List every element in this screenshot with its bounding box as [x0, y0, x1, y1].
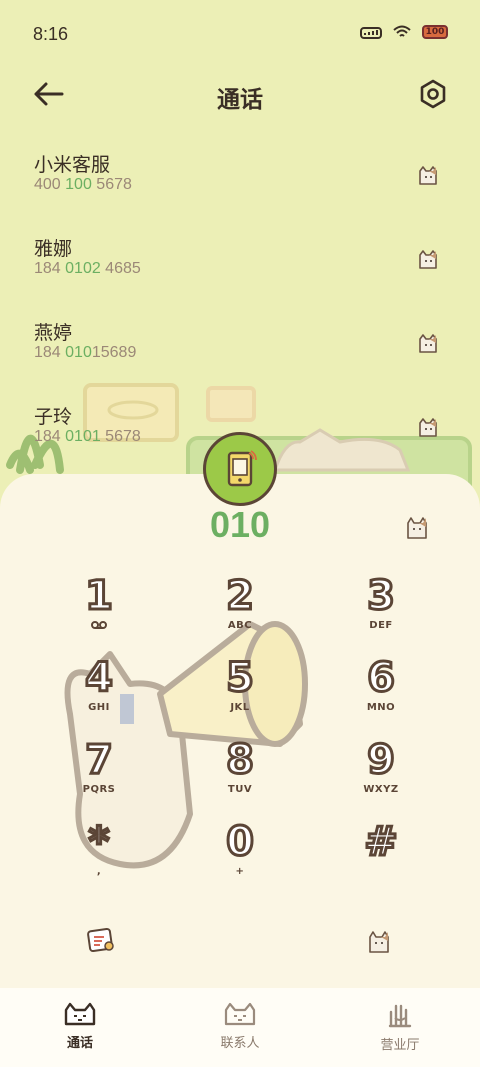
cat-icon [64, 1002, 96, 1026]
contact-number: 400 100 5678 [34, 176, 132, 193]
key-3[interactable]: 3 DEF [326, 573, 436, 648]
cat-icon[interactable] [404, 514, 430, 540]
dialer-actions [0, 904, 480, 984]
contact-number: 184 01015689 [34, 344, 137, 361]
contact-name: 雅娜 [34, 238, 73, 260]
battery-icon: 100 [422, 25, 448, 39]
key-star[interactable]: *, [44, 819, 154, 894]
key-1[interactable]: 1 [44, 573, 154, 648]
wifi-icon [393, 25, 411, 37]
back-arrow-icon[interactable] [32, 80, 66, 108]
cat-icon[interactable] [366, 928, 392, 954]
key-9[interactable]: 9 WXYZ [326, 737, 436, 812]
tab-calls[interactable]: 通话 [0, 988, 160, 1067]
key-2[interactable]: 2 ABC [185, 573, 295, 648]
key-6[interactable]: 6 MNO [326, 655, 436, 730]
paw-icon [388, 1004, 412, 1028]
signal-icon [360, 27, 382, 39]
settings-hex-icon[interactable] [419, 79, 447, 109]
voicemail-icon [44, 620, 154, 632]
cat-icon[interactable] [416, 416, 440, 438]
contact-number: 184 0102 4685 [34, 260, 141, 277]
contact-row[interactable]: 小米客服 400 100 5678 [0, 140, 480, 224]
bottom-nav: 通话 联系人 营业厅 [0, 988, 480, 1067]
page-title: 通话 [217, 87, 263, 113]
notes-icon[interactable] [86, 926, 116, 954]
call-button[interactable] [203, 432, 277, 506]
key-7[interactable]: 7 PQRS [44, 737, 154, 812]
top-bar: 通话 [0, 68, 480, 124]
contact-name: 燕婷 [34, 322, 73, 344]
cat-icon [224, 1002, 256, 1026]
status-icons: 100 [360, 25, 448, 39]
contact-row[interactable]: 燕婷 184 01015689 [0, 308, 480, 392]
key-8[interactable]: 8 TUV [185, 737, 295, 812]
tab-service-hall[interactable]: 营业厅 [320, 988, 480, 1067]
contact-name: 子玲 [34, 406, 73, 428]
cat-icon[interactable] [416, 332, 440, 354]
cat-icon[interactable] [416, 248, 440, 270]
tab-contacts[interactable]: 联系人 [160, 988, 320, 1067]
contact-list: 小米客服 400 100 5678 雅娜 184 0102 4685 燕婷 18… [0, 140, 480, 476]
contact-name: 小米客服 [34, 154, 111, 176]
key-4[interactable]: 4 GHI [44, 655, 154, 730]
status-bar: 8:16 100 [0, 0, 480, 68]
dialer-panel: 010 1 2 ABC 3 DEF 4 GHI 5 JKL 6 MNO 7 PQRS 8 TU… [0, 474, 480, 988]
contact-row[interactable]: 雅娜 184 0102 4685 [0, 224, 480, 308]
key-0[interactable]: 0 + [185, 819, 295, 894]
call-phone-icon [227, 450, 257, 487]
status-time: 8:16 [33, 24, 69, 44]
cat-icon[interactable] [416, 164, 440, 186]
key-5[interactable]: 5 JKL [185, 655, 295, 730]
key-hash[interactable]: # [326, 819, 436, 894]
